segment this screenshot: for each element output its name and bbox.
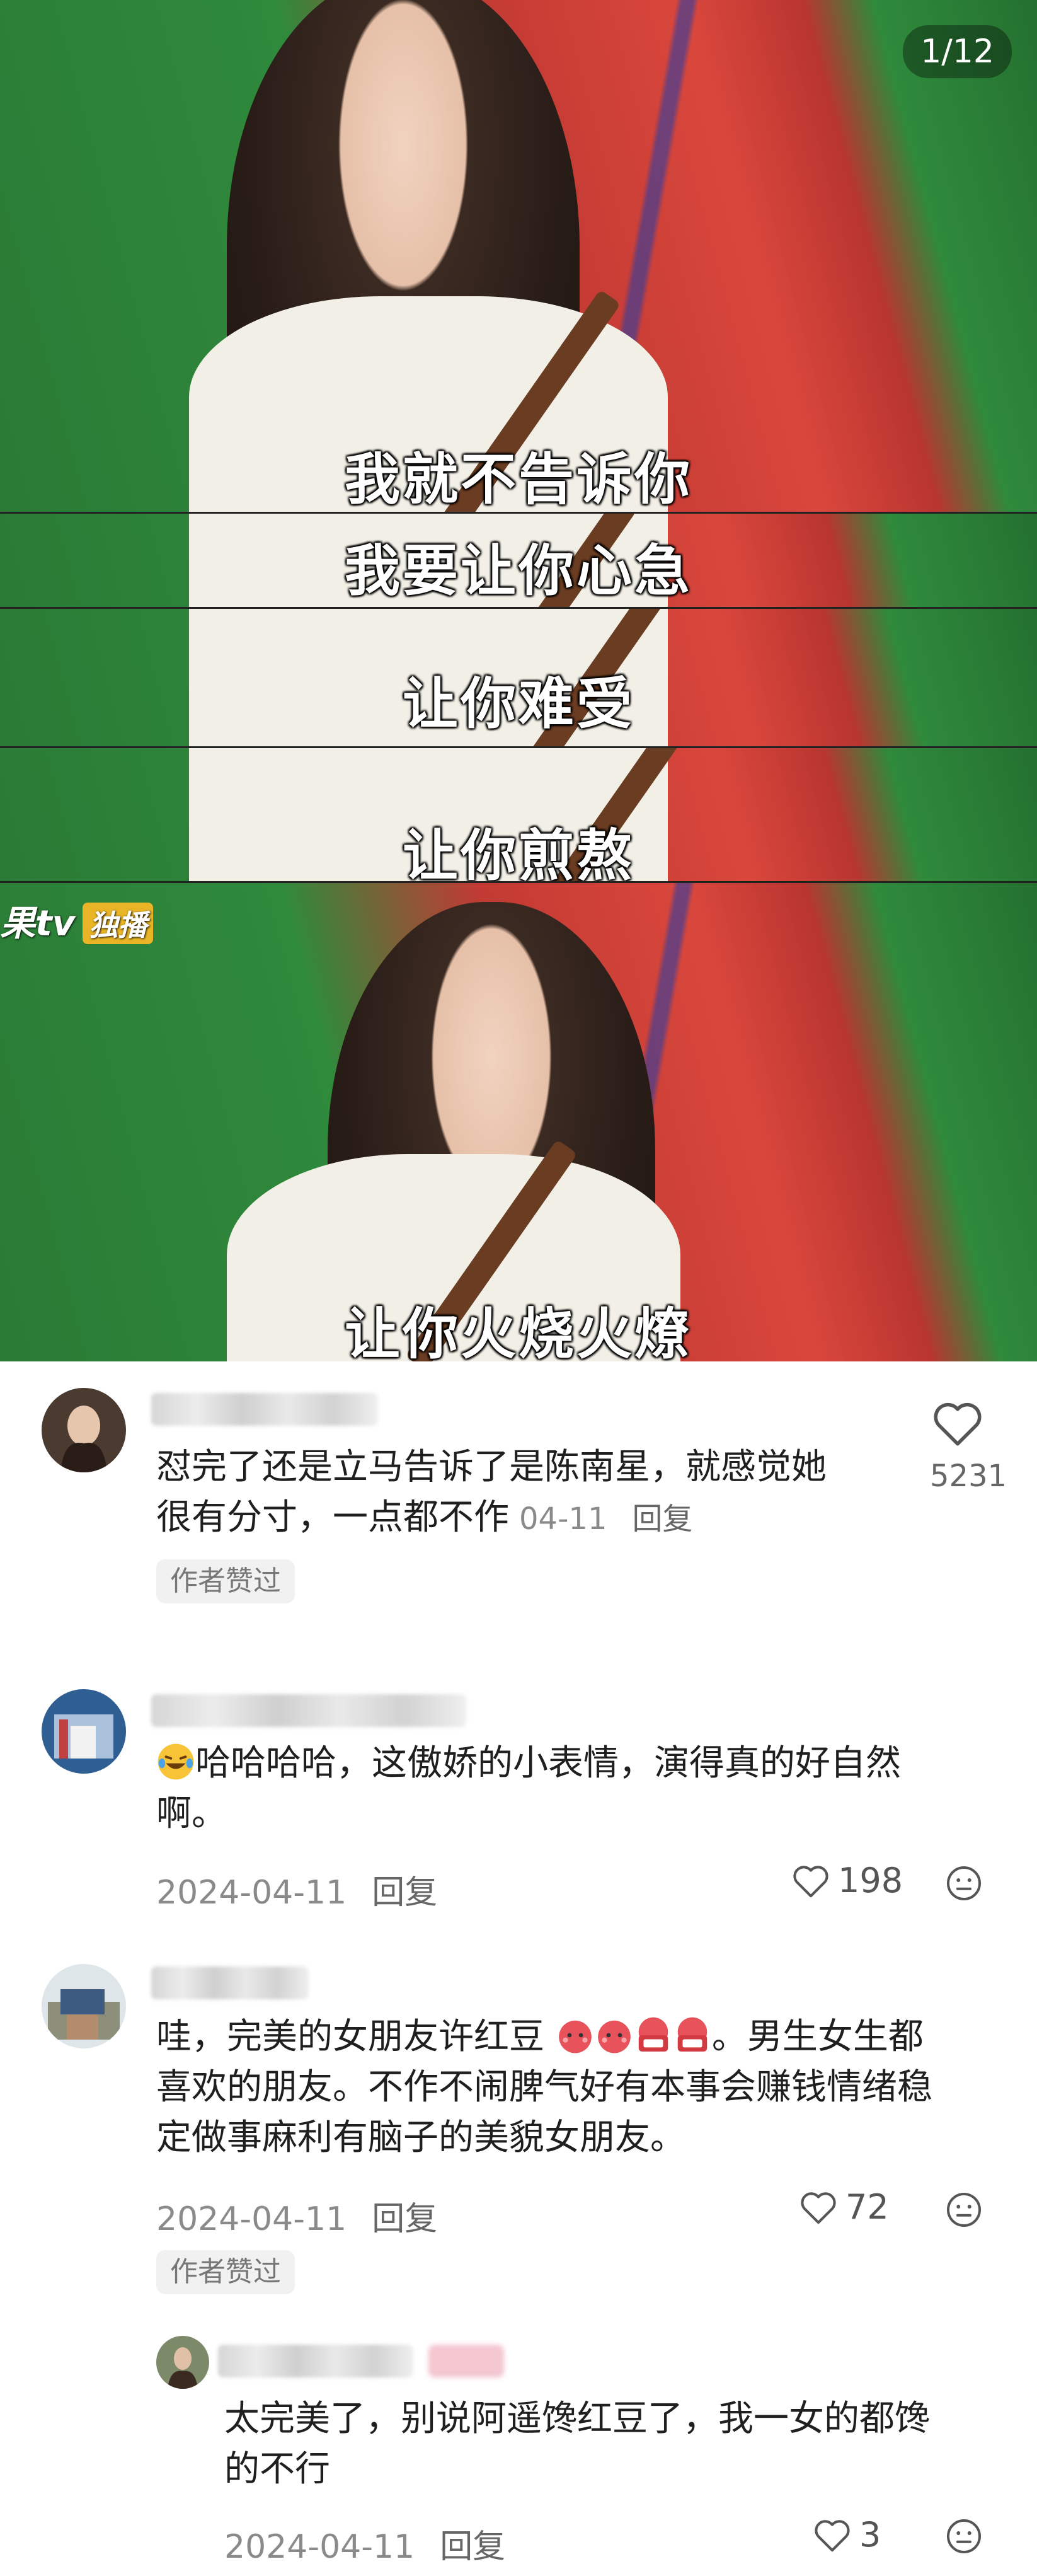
video-frame-1: 我就不告诉你 [0,0,1037,514]
red-bean-emoji-icon [558,2020,592,2053]
comment-date: 2024-04-11 [156,1874,347,1912]
username-blurred[interactable] [151,1694,466,1727]
comment-item: 怼完了还是立马告诉了是陈南星，就感觉她 很有分寸，一点都不作 04-11 回复 作者… [0,1361,1037,1645]
comment-text: 怼完了还是立马告诉了是陈南星，就感觉她 很有分寸，一点都不作 04-11 回复 [156,1447,827,1538]
comment-date: 2024-04-11 [156,2200,347,2238]
comment-text: 哈哈哈哈，这傲娇的小表情，演得真的好自然 啊。 [156,1743,901,1834]
reply-button[interactable]: 回复 [440,2528,505,2566]
avatar[interactable] [42,1689,126,1774]
neutral-face-icon [947,1866,981,1900]
like-count: 5231 [930,1458,1007,1494]
subtitle-caption: 我要让你心急 [344,538,692,603]
dislike-button[interactable] [945,2517,983,2558]
comment-text: 太完美了，别说阿遥馋红豆了，我一女的都馋 的不行 [224,2398,930,2490]
red-bean-sign-emoji-icon [638,2017,668,2052]
avatar[interactable] [42,1964,126,2048]
subtitle-caption: 我就不告诉你 [344,447,692,512]
author-liked-badge: 作者赞过 [156,2250,295,2294]
author-liked-badge: 作者赞过 [156,1559,295,1603]
avatar[interactable] [42,1388,126,1472]
reply-button[interactable]: 回复 [372,1874,437,1912]
like-button[interactable] [931,1399,984,1450]
username-blurred[interactable] [151,1393,378,1426]
reply-button[interactable]: 回复 [372,2200,437,2238]
like-count: 72 [845,2187,889,2227]
comment-item: 哇，完美的女朋友许红豆 。男生女生都 喜欢的朋友。不作不闹脾气好有本事会赚钱情绪… [0,1929,1037,2319]
image-viewer[interactable]: 我就不告诉你 我要让你心急 让你难受 让你煎熬 让你火烧火燎 果tv 独播 1/1… [0,0,1037,1361]
video-frame-4: 让你煎熬 [0,748,1037,882]
heart-icon [793,1865,828,1897]
laughing-tears-emoji-icon [158,1743,194,1780]
heart-icon [815,2519,850,2551]
red-bean-sign-emoji-icon [677,2017,708,2052]
like-button[interactable]: 3 [813,2515,881,2555]
comment-text: 哇，完美的女朋友许红豆 。男生女生都 喜欢的朋友。不作不闹脾气好有本事会赚钱情绪… [156,2016,932,2158]
heart-icon [801,2192,836,2224]
comment-meta: 2024-04-11 回复 [156,2192,437,2239]
dislike-button[interactable] [945,1864,983,1905]
username-blurred[interactable] [151,1967,309,1999]
comment-date: 2024-04-11 [224,2528,415,2566]
watermark-brand: 果tv [0,903,76,944]
like-button[interactable]: 198 [791,1861,903,1900]
user-badge-blurred [428,2345,504,2377]
red-bean-emoji-icon [597,2020,631,2053]
reply-button[interactable]: 回复 [632,1501,692,1537]
dislike-button[interactable] [945,2191,983,2231]
subtitle-caption: 让你火烧火燎 [344,1302,692,1361]
channel-watermark: 果tv 独播 [0,895,154,946]
like-count: 3 [859,2515,881,2555]
reply-item: 太完美了，别说阿遥馋红豆了，我一女的都馋 的不行 2024-04-11 回复 3 [0,2319,1037,2576]
subtitle-caption: 让你难受 [402,671,634,736]
comment-meta: 2024-04-11 回复 [156,1866,437,1913]
subtitle-caption: 让你煎熬 [402,823,634,882]
video-frame-3: 让你难受 [0,609,1037,748]
username-blurred[interactable] [218,2345,413,2377]
comment-meta: 2024-04-11 回复 [224,2520,505,2567]
comment-date: 04-11 [519,1501,607,1537]
like-count: 198 [838,1861,903,1900]
comment-item: 哈哈哈哈，这傲娇的小表情，演得真的好自然 啊。 2024-04-11 回复 198 [0,1645,1037,1929]
video-frame-2: 我要让你心急 [0,514,1037,608]
like-button[interactable]: 72 [799,2187,889,2227]
page-counter: 1/12 [903,25,1012,78]
neutral-face-icon [947,2519,981,2553]
watermark-tag: 独播 [83,903,154,944]
avatar[interactable] [156,2336,209,2389]
video-frame-5: 让你火烧火燎 [0,883,1037,1361]
neutral-face-icon [947,2193,981,2227]
heart-icon [934,1402,982,1446]
